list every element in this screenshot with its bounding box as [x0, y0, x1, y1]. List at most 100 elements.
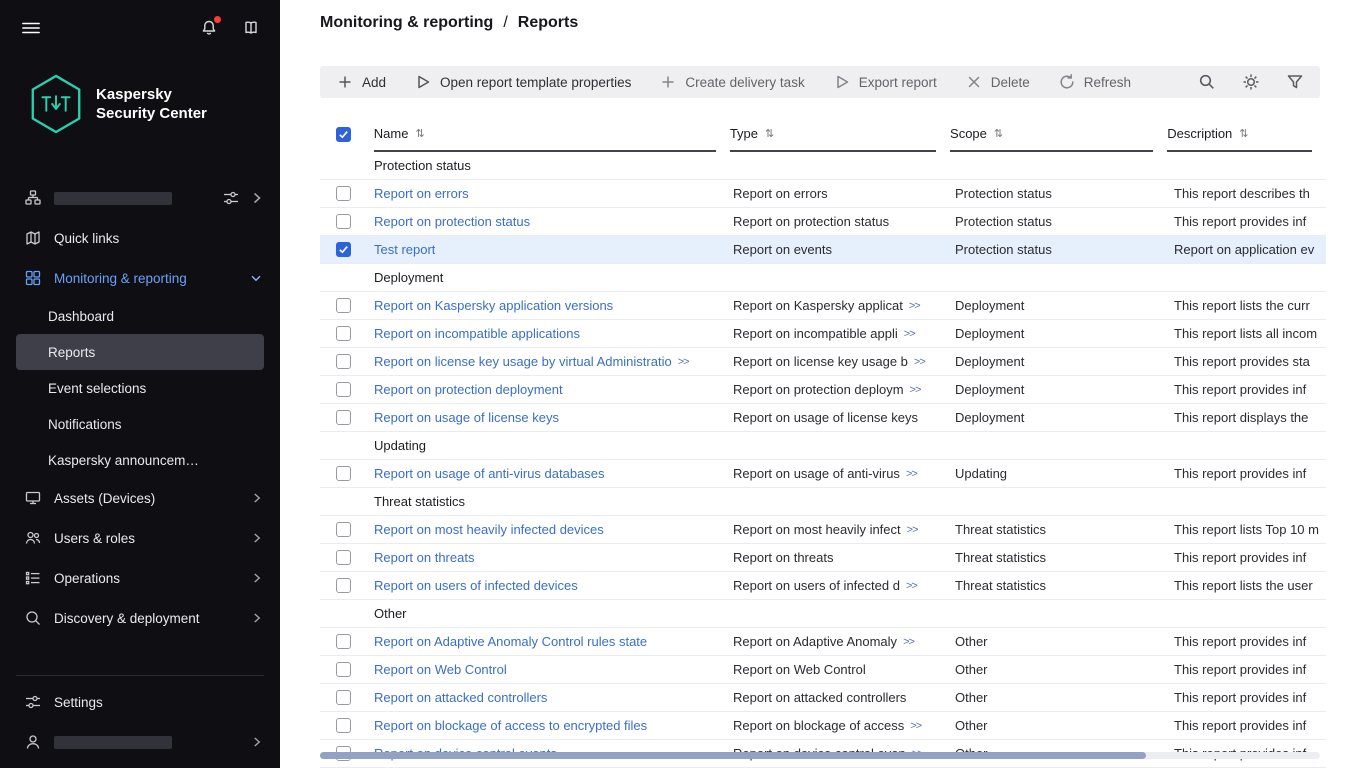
overflow-indicator[interactable]: >> — [904, 328, 915, 340]
sidebar-item-reports[interactable]: Reports — [16, 334, 264, 370]
report-link[interactable]: Report on attacked controllers — [374, 690, 547, 705]
row-checkbox[interactable] — [336, 466, 351, 481]
sidebar-item-event-selections[interactable]: Event selections — [16, 370, 264, 406]
sidebar-item-assets-devices[interactable]: Assets (Devices) — [0, 478, 280, 518]
report-link[interactable]: Report on incompatible applications — [374, 326, 580, 341]
row-checkbox[interactable] — [336, 354, 351, 369]
column-header-scope[interactable]: Scope — [950, 126, 987, 141]
delete-button[interactable]: Delete — [965, 73, 1030, 91]
table-row[interactable]: Report on users of infected devices Repo… — [320, 572, 1326, 600]
search-icon[interactable] — [1198, 73, 1216, 91]
sidebar-item-settings[interactable]: Settings — [0, 682, 280, 722]
create-delivery-task-button[interactable]: Create delivery task — [659, 73, 804, 91]
filter-icon[interactable] — [1286, 73, 1304, 91]
column-header-description[interactable]: Description — [1167, 126, 1232, 141]
notifications-bell-icon[interactable] — [200, 19, 218, 37]
sidebar-item-account[interactable] — [0, 722, 280, 762]
row-checkbox[interactable] — [336, 382, 351, 397]
overflow-indicator[interactable]: >> — [910, 720, 921, 732]
chevron-right-icon[interactable] — [250, 570, 264, 586]
report-link[interactable]: Report on license key usage by virtual A… — [374, 354, 672, 369]
sidebar-item-kaspersky-announcements[interactable]: Kaspersky announcem… — [16, 442, 264, 478]
report-link[interactable]: Report on protection status — [374, 214, 530, 229]
row-checkbox[interactable] — [336, 242, 351, 257]
column-header-type[interactable]: Type — [730, 126, 758, 141]
hamburger-menu-icon[interactable] — [22, 19, 40, 37]
report-link[interactable]: Report on most heavily infected devices — [374, 522, 604, 537]
add-button[interactable]: Add — [336, 73, 386, 91]
overflow-indicator[interactable]: >> — [909, 300, 920, 312]
table-row[interactable]: Report on protection deployment Report o… — [320, 376, 1326, 404]
horizontal-scrollbar-thumb[interactable] — [320, 752, 1146, 759]
sidebar-item-dashboard[interactable]: Dashboard — [16, 298, 264, 334]
gear-icon[interactable] — [1242, 73, 1260, 91]
report-link[interactable]: Test report — [374, 242, 435, 257]
report-link[interactable]: Report on errors — [374, 186, 469, 201]
server-settings-sliders-icon[interactable] — [222, 189, 240, 207]
table-row-selected[interactable]: Test report Report on events Protection … — [320, 236, 1326, 264]
row-checkbox[interactable] — [336, 326, 351, 341]
table-row[interactable]: Report on incompatible applications Repo… — [320, 320, 1326, 348]
overflow-indicator[interactable]: >> — [910, 384, 921, 396]
row-checkbox[interactable] — [336, 578, 351, 593]
chevron-right-icon[interactable] — [250, 734, 264, 750]
row-checkbox[interactable] — [336, 186, 351, 201]
table-row[interactable]: Report on protection status Report on pr… — [320, 208, 1326, 236]
column-header-name[interactable]: Name — [374, 126, 409, 141]
overflow-indicator[interactable]: >> — [906, 580, 917, 592]
sort-icon[interactable]: ⇅ — [994, 127, 1003, 140]
report-link[interactable]: Report on blockage of access to encrypte… — [374, 718, 647, 733]
overflow-indicator[interactable]: >> — [906, 468, 917, 480]
sort-icon[interactable]: ⇅ — [1239, 127, 1248, 140]
row-checkbox[interactable] — [336, 550, 351, 565]
report-link[interactable]: Report on Adaptive Anomaly Control rules… — [374, 634, 647, 649]
report-link[interactable]: Report on usage of anti-virus databases — [374, 466, 605, 481]
sort-icon[interactable]: ⇅ — [765, 127, 774, 140]
sidebar-item-server[interactable] — [0, 178, 280, 218]
row-checkbox[interactable] — [336, 690, 351, 705]
row-checkbox[interactable] — [336, 522, 351, 537]
chevron-down-icon[interactable] — [248, 270, 264, 286]
report-link[interactable]: Report on protection deployment — [374, 382, 563, 397]
overflow-indicator[interactable]: >> — [903, 636, 914, 648]
table-row[interactable]: Report on usage of anti-virus databases … — [320, 460, 1326, 488]
table-row[interactable]: Report on Adaptive Anomaly Control rules… — [320, 628, 1326, 656]
report-link[interactable]: Report on Kaspersky application versions — [374, 298, 613, 313]
export-report-button[interactable]: Export report — [833, 73, 937, 91]
horizontal-scrollbar-track[interactable] — [320, 752, 1320, 759]
sort-icon[interactable]: ⇅ — [415, 127, 424, 140]
overflow-indicator[interactable]: >> — [914, 356, 925, 368]
chevron-right-icon[interactable] — [250, 610, 264, 626]
report-link[interactable]: Report on users of infected devices — [374, 578, 578, 593]
table-row[interactable]: Report on Kaspersky application versions… — [320, 292, 1326, 320]
sidebar-item-quick-links[interactable]: Quick links — [0, 218, 280, 258]
open-report-template-properties-button[interactable]: Open report template properties — [414, 73, 631, 91]
row-checkbox[interactable] — [336, 662, 351, 677]
chevron-right-icon[interactable] — [250, 530, 264, 546]
table-row[interactable]: Report on errors Report on errors Protec… — [320, 180, 1326, 208]
table-row[interactable]: Report on threats Report on threats Thre… — [320, 544, 1326, 572]
chevron-right-icon[interactable] — [250, 189, 264, 207]
row-checkbox[interactable] — [336, 718, 351, 733]
table-row[interactable]: Report on license key usage by virtual A… — [320, 348, 1326, 376]
sidebar-item-users-roles[interactable]: Users & roles — [0, 518, 280, 558]
table-row[interactable]: Report on Web Control Report on Web Cont… — [320, 656, 1326, 684]
report-link[interactable]: Report on threats — [374, 550, 474, 565]
select-all-checkbox[interactable] — [336, 127, 351, 142]
overflow-indicator[interactable]: >> — [907, 524, 918, 536]
sidebar-item-discovery-deployment[interactable]: Discovery & deployment — [0, 598, 280, 638]
table-row[interactable]: Report on attacked controllers Report on… — [320, 684, 1326, 712]
sidebar-item-operations[interactable]: Operations — [0, 558, 280, 598]
table-row[interactable]: Report on most heavily infected devices … — [320, 516, 1326, 544]
breadcrumb-section[interactable]: Monitoring & reporting — [320, 14, 493, 32]
sidebar-item-notifications[interactable]: Notifications — [16, 406, 264, 442]
refresh-button[interactable]: Refresh — [1058, 73, 1131, 91]
row-checkbox[interactable] — [336, 634, 351, 649]
overflow-indicator[interactable]: >> — [678, 356, 689, 368]
report-link[interactable]: Report on usage of license keys — [374, 410, 559, 425]
table-row[interactable]: Report on blockage of access to encrypte… — [320, 712, 1326, 740]
table-row[interactable]: Report on usage of license keys Report o… — [320, 404, 1326, 432]
row-checkbox[interactable] — [336, 214, 351, 229]
chevron-right-icon[interactable] — [250, 490, 264, 506]
sidebar-item-monitoring-reporting[interactable]: Monitoring & reporting — [0, 258, 280, 298]
